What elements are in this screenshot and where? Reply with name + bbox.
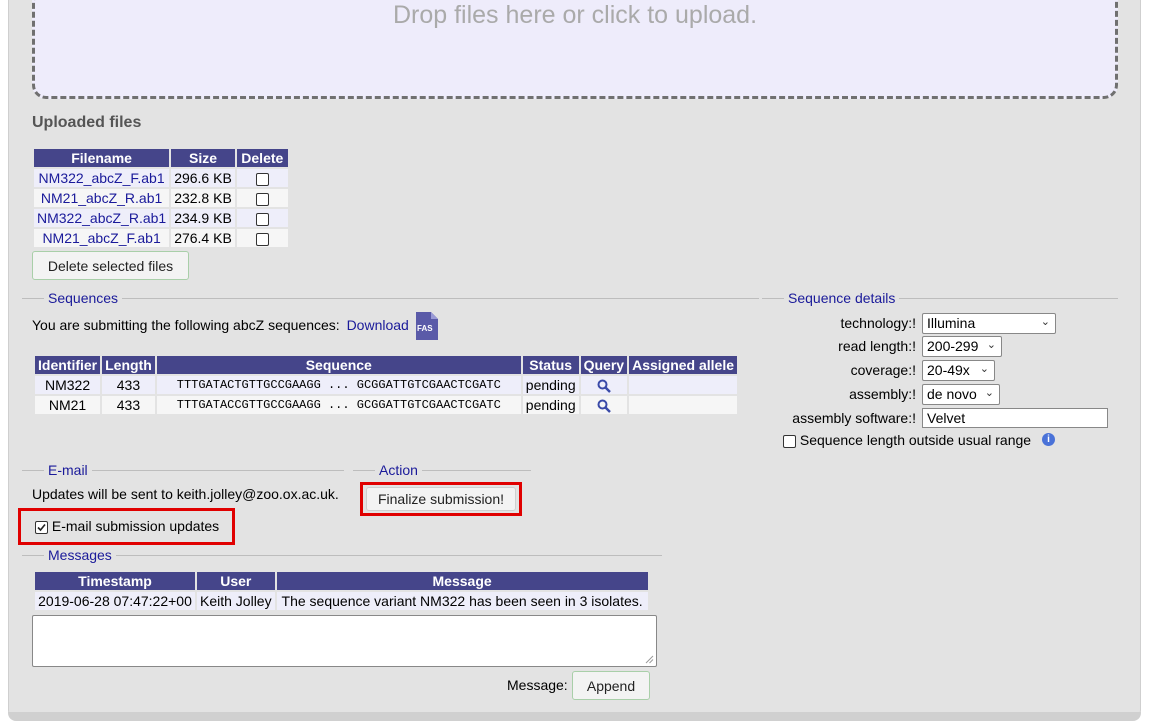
technology-select[interactable]: Illumina ⌄	[922, 313, 1056, 334]
assembly-software-input[interactable]: Velvet	[922, 408, 1108, 428]
coverage-select[interactable]: 20-49x ⌄	[922, 360, 995, 381]
col-size: Size	[171, 149, 235, 167]
length-outside-range-option: Sequence length outside usual range	[783, 432, 1031, 448]
search-icon[interactable]	[597, 379, 611, 394]
assembly-software-value: Velvet	[927, 410, 966, 426]
file-link[interactable]: NM21_abcZ_F.ab1	[42, 230, 160, 246]
messages-table: Timestamp User Message 2019-06-28 07:47:…	[33, 570, 650, 612]
table-row: NM21_abcZ_F.ab1 276.4 KB	[34, 229, 288, 247]
panel-bottom-edge	[8, 712, 1141, 721]
coverage-value: 20-49x	[927, 362, 970, 378]
message-textarea[interactable]	[32, 615, 657, 667]
col-length: Length	[102, 356, 155, 374]
file-size: 232.8 KB	[171, 189, 235, 207]
seq-length: 433	[102, 376, 155, 394]
chevron-down-icon: ⌄	[986, 339, 996, 351]
chevron-down-icon: ⌄	[1040, 316, 1050, 328]
seq-identifier: NM21	[35, 396, 101, 414]
table-row: NM322_abcZ_R.ab1 234.9 KB	[34, 209, 288, 227]
coverage-label: coverage:!	[850, 362, 916, 378]
delete-checkbox[interactable]	[255, 212, 269, 226]
table-row: NM322_abcZ_F.ab1 296.6 KB	[34, 169, 288, 187]
table-row: NM21 433 TTTGATACCGTTGCCGAAGG ... GCGGAT…	[35, 396, 738, 414]
seq-identifier: NM322	[35, 376, 101, 394]
seq-sequence: TTTGATACTGTTGCCGAAGG ... GCGGATTGTCGAACT…	[156, 376, 521, 394]
read-length-select[interactable]: 200-299 ⌄	[922, 336, 1002, 357]
read-length-value: 200-299	[927, 338, 979, 354]
action-legend: Action	[375, 462, 422, 478]
message-timestamp: 2019-06-28 07:47:22+00	[35, 592, 195, 610]
length-outside-range-checkbox[interactable]	[783, 434, 796, 448]
uploaded-files-heading: Uploaded files	[32, 114, 142, 131]
delete-checkbox[interactable]	[255, 172, 269, 186]
assembly-value: de novo	[927, 386, 977, 402]
table-row: 2019-06-28 07:47:22+00 Keith Jolley The …	[35, 592, 648, 610]
append-button[interactable]: Append	[572, 671, 650, 700]
message-label: Message:	[507, 677, 568, 693]
checkmark-icon	[37, 523, 46, 531]
resize-handle-icon[interactable]	[645, 655, 654, 664]
file-size: 234.9 KB	[171, 209, 235, 227]
col-filename: Filename	[34, 149, 170, 167]
email-updates-text: Updates will be sent to keith.jolley@zoo…	[32, 486, 339, 502]
col-sequence: Sequence	[156, 356, 521, 374]
col-identifier: Identifier	[35, 356, 101, 374]
fas-file-icon[interactable]: FAS	[416, 312, 438, 340]
assembly-software-label: assembly software:!	[792, 410, 916, 426]
col-delete: Delete	[236, 149, 288, 167]
email-legend: E-mail	[44, 462, 92, 478]
message-text: The sequence variant NM322 has been seen…	[276, 592, 648, 610]
assembly-label: assembly:!	[849, 386, 916, 402]
email-updates-label: E-mail submission updates	[51, 518, 220, 534]
technology-label: technology:!	[840, 315, 917, 331]
col-query: Query	[580, 356, 628, 374]
messages-fieldset-line	[22, 555, 662, 556]
sequences-intro: You are submitting the following abcZ se…	[32, 317, 409, 333]
sequences-intro-text: You are submitting the following abcZ se…	[32, 317, 340, 333]
uploaded-files-table: Filename Size Delete NM322_abcZ_F.ab1 29…	[32, 147, 290, 249]
seq-status: pending	[522, 376, 579, 394]
messages-legend: Messages	[44, 547, 116, 563]
delete-checkbox[interactable]	[255, 232, 269, 246]
message-user: Keith Jolley	[197, 592, 275, 610]
table-row: NM322 433 TTTGATACTGTTGCCGAAGG ... GCGGA…	[35, 376, 738, 394]
sequences-table: Identifier Length Sequence Status Query …	[33, 354, 739, 416]
col-user: User	[197, 572, 275, 590]
email-updates-option: E-mail submission updates	[35, 518, 219, 534]
technology-value: Illumina	[927, 315, 976, 331]
sequences-fieldset-line	[22, 298, 759, 299]
chevron-down-icon: ⌄	[984, 387, 994, 399]
file-size: 296.6 KB	[171, 169, 235, 187]
file-link[interactable]: NM322_abcZ_F.ab1	[39, 170, 165, 186]
finalize-submission-button[interactable]: Finalize submission!	[366, 487, 516, 511]
col-timestamp: Timestamp	[35, 572, 195, 590]
info-icon[interactable]: i	[1042, 433, 1055, 446]
file-link[interactable]: NM322_abcZ_R.ab1	[37, 210, 166, 226]
assembly-select[interactable]: de novo ⌄	[922, 384, 1000, 405]
sequence-details-legend: Sequence details	[784, 290, 900, 306]
download-link[interactable]: Download	[347, 317, 409, 333]
seq-status: pending	[522, 396, 579, 414]
col-status: Status	[522, 356, 579, 374]
delete-checkbox[interactable]	[255, 192, 269, 206]
email-updates-checkbox[interactable]	[35, 520, 48, 534]
sequences-legend: Sequences	[44, 290, 123, 306]
search-icon[interactable]	[597, 399, 611, 414]
delete-selected-files-button[interactable]: Delete selected files	[32, 251, 189, 280]
fas-icon-label: FAS	[417, 324, 433, 333]
table-row: NM21_abcZ_R.ab1 232.8 KB	[34, 189, 288, 207]
read-length-label: read length:!	[838, 338, 916, 354]
file-dropzone[interactable]: Drop files here or click to upload.	[32, 0, 1118, 99]
seq-length: 433	[102, 396, 155, 414]
chevron-down-icon: ⌄	[979, 363, 989, 375]
dropzone-text: Drop files here or click to upload.	[392, 1, 758, 29]
file-link[interactable]: NM21_abcZ_R.ab1	[41, 190, 162, 206]
file-size: 276.4 KB	[171, 229, 235, 247]
length-outside-range-label: Sequence length outside usual range	[799, 432, 1032, 448]
col-message: Message	[276, 572, 648, 590]
seq-sequence: TTTGATACCGTTGCCGAAGG ... GCGGATTGTCGAACT…	[156, 396, 521, 414]
